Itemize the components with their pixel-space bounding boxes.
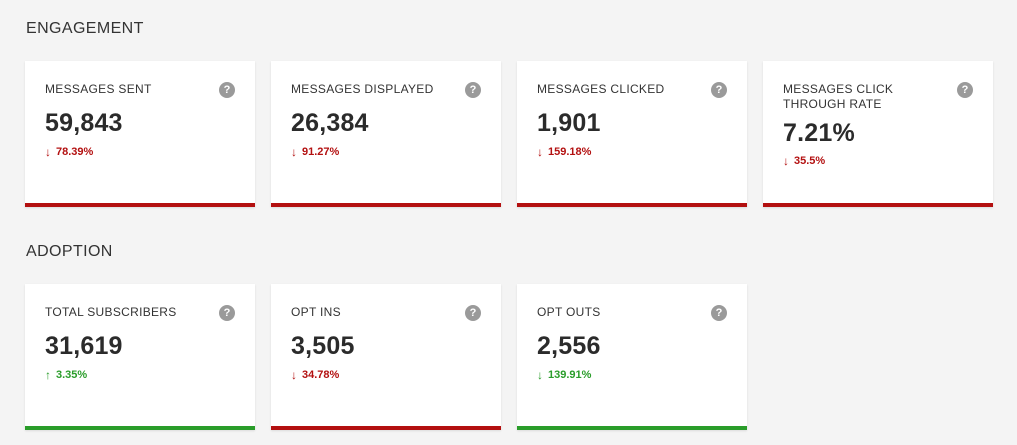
metric-change: ↓ 78.39% <box>45 144 94 159</box>
metric-label: OPT INS <box>291 305 341 319</box>
help-icon[interactable]: ? <box>465 305 481 321</box>
metric-card-messages-clicked: MESSAGES CLICKED ? 1,901 ↓ 159.18% <box>517 61 747 207</box>
metric-card-messages-sent: MESSAGES SENT ? 59,843 ↓ 78.39% <box>25 61 255 207</box>
metric-value: 26,384 <box>291 109 369 137</box>
metric-label: MESSAGES SENT <box>45 82 152 96</box>
metric-change-value: 78.39% <box>56 146 94 158</box>
help-icon[interactable]: ? <box>219 82 235 98</box>
metric-change-value: 35.5% <box>794 155 826 167</box>
arrow-up-icon: ↑ <box>45 367 51 382</box>
metric-value: 59,843 <box>45 109 123 137</box>
help-icon[interactable]: ? <box>711 305 727 321</box>
metric-change: ↓ 35.5% <box>783 153 826 168</box>
metric-change-value: 34.78% <box>302 369 340 381</box>
engagement-cards: MESSAGES SENT ? 59,843 ↓ 78.39% MESSAGES… <box>25 61 993 207</box>
arrow-down-icon: ↓ <box>783 153 789 168</box>
metric-label: TOTAL SUBSCRIBERS <box>45 305 177 319</box>
metric-card-opt-ins: OPT INS ? 3,505 ↓ 34.78% <box>271 284 501 430</box>
metric-value: 31,619 <box>45 332 123 360</box>
metric-label: MESSAGES CLICKED <box>537 82 665 96</box>
adoption-cards: TOTAL SUBSCRIBERS ? 31,619 ↑ 3.35% OPT I… <box>25 284 747 430</box>
metric-change-value: 159.18% <box>548 146 592 158</box>
metric-card-click-through-rate: MESSAGES CLICK THROUGH RATE ? 7.21% ↓ 35… <box>763 61 993 207</box>
metric-change: ↓ 159.18% <box>537 144 592 159</box>
metric-card-total-subscribers: TOTAL SUBSCRIBERS ? 31,619 ↑ 3.35% <box>25 284 255 430</box>
arrow-down-icon: ↓ <box>45 144 51 159</box>
arrow-down-icon: ↓ <box>291 144 297 159</box>
arrow-down-icon: ↓ <box>537 367 543 382</box>
status-bar <box>271 203 501 207</box>
metric-change: ↓ 139.91% <box>537 367 592 382</box>
metric-change-value: 139.91% <box>548 369 592 381</box>
status-bar <box>517 203 747 207</box>
metric-change-value: 91.27% <box>302 146 340 158</box>
metric-label: OPT OUTS <box>537 305 601 319</box>
status-bar <box>25 203 255 207</box>
metric-label: MESSAGES CLICK THROUGH RATE <box>783 82 894 111</box>
metric-card-messages-displayed: MESSAGES DISPLAYED ? 26,384 ↓ 91.27% <box>271 61 501 207</box>
metric-value: 3,505 <box>291 332 355 360</box>
help-icon[interactable]: ? <box>465 82 481 98</box>
metric-change: ↓ 91.27% <box>291 144 340 159</box>
help-icon[interactable]: ? <box>957 82 973 98</box>
metric-value: 7.21% <box>783 119 855 147</box>
arrow-down-icon: ↓ <box>291 367 297 382</box>
help-icon[interactable]: ? <box>711 82 727 98</box>
status-bar <box>517 426 747 430</box>
metric-value: 2,556 <box>537 332 601 360</box>
metric-label: MESSAGES DISPLAYED <box>291 82 434 96</box>
metric-card-opt-outs: OPT OUTS ? 2,556 ↓ 139.91% <box>517 284 747 430</box>
status-bar <box>25 426 255 430</box>
status-bar <box>271 426 501 430</box>
metric-change: ↓ 34.78% <box>291 367 340 382</box>
metric-change-value: 3.35% <box>56 369 88 381</box>
help-icon[interactable]: ? <box>219 305 235 321</box>
metric-change: ↑ 3.35% <box>45 367 88 382</box>
metric-value: 1,901 <box>537 109 601 137</box>
status-bar <box>763 203 993 207</box>
section-title-adoption: ADOPTION <box>26 243 113 260</box>
section-title-engagement: ENGAGEMENT <box>26 20 144 37</box>
arrow-down-icon: ↓ <box>537 144 543 159</box>
